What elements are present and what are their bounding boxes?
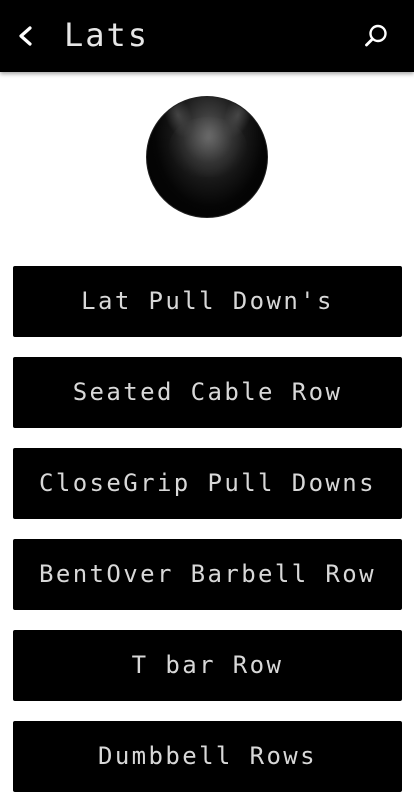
exercise-label: BentOver Barbell Row [39, 559, 376, 588]
exercise-button-t-bar-row[interactable]: T bar Row [13, 630, 402, 701]
exercise-label: T bar Row [131, 650, 284, 679]
search-button[interactable] [356, 16, 396, 56]
exercise-button-lat-pull-downs[interactable]: Lat Pull Down's [13, 266, 402, 337]
exercise-label: Dumbbell Rows [97, 741, 318, 770]
top-app-bar: Lats [0, 0, 414, 72]
exercise-label: Lat Pull Down's [81, 286, 334, 315]
chevron-left-icon [19, 26, 32, 46]
exercise-label: CloseGrip Pull Downs [39, 468, 376, 497]
app-screen: Lats Lat Pull Down's Seated Cable Row Cl… [0, 0, 414, 809]
exercise-button-bentover-barbell-row[interactable]: BentOver Barbell Row [13, 539, 402, 610]
back-button[interactable] [6, 16, 46, 56]
exercise-button-seated-cable-row[interactable]: Seated Cable Row [13, 357, 402, 428]
exercise-button-closegrip-pull-downs[interactable]: CloseGrip Pull Downs [13, 448, 402, 519]
exercise-button-dumbbell-rows[interactable]: Dumbbell Rows [13, 721, 402, 792]
search-icon [365, 24, 387, 47]
avatar-back-silhouette [169, 117, 247, 177]
exercise-list: Lat Pull Down's Seated Cable Row CloseGr… [13, 266, 402, 809]
page-title: Lats [64, 16, 150, 54]
exercise-label: Seated Cable Row [72, 377, 343, 406]
avatar [146, 96, 268, 218]
